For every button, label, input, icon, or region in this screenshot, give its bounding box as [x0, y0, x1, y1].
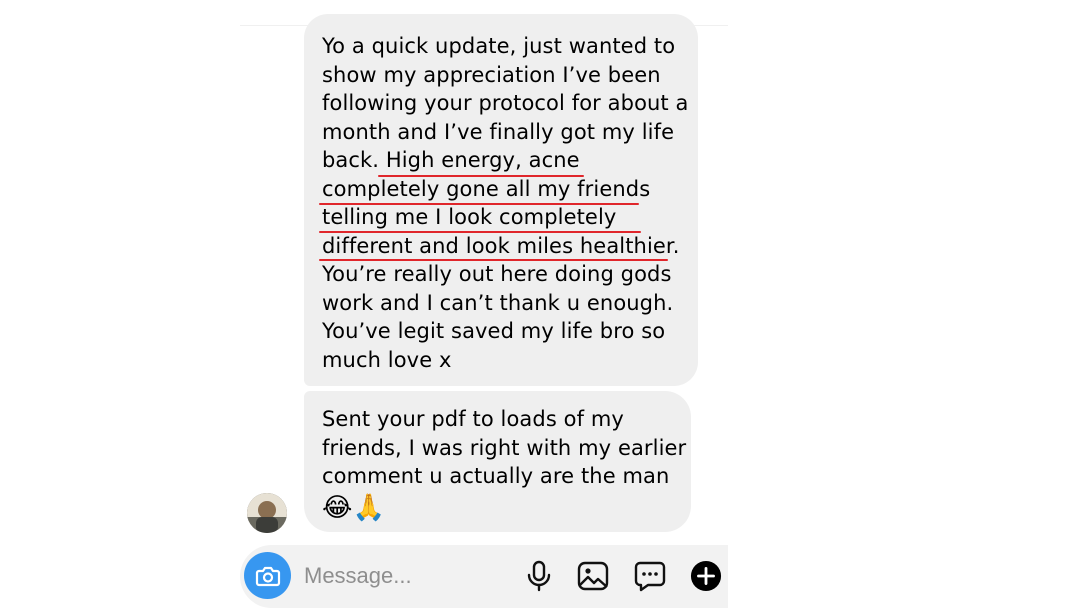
camera-icon: [255, 566, 280, 586]
message-line: friends, I was right with my earlier: [322, 435, 687, 460]
camera-button[interactable]: [244, 552, 291, 599]
message-line: work and I can’t thank u enough.: [322, 290, 674, 315]
message-line: completely gone all my friends: [322, 176, 651, 201]
message-line: You’re really out here doing gods: [322, 262, 672, 286]
plus-circle-icon: [690, 560, 722, 592]
message-line: different and look miles healthier.: [322, 233, 680, 258]
message-bubble[interactable]: Yo a quick update, just wanted to show m…: [304, 14, 698, 386]
add-button[interactable]: [690, 560, 722, 592]
sender-avatar[interactable]: [247, 493, 287, 533]
microphone-icon: [527, 560, 551, 592]
message-line: back. High energy, acne: [322, 148, 580, 172]
highlight-underline: [319, 203, 639, 205]
highlight-underline: [319, 231, 641, 233]
message-line: Yo a quick update, just wanted to: [322, 34, 676, 58]
message-emoji: 😂🙏: [322, 492, 385, 523]
message-input[interactable]: [304, 560, 504, 592]
voice-button[interactable]: [523, 560, 555, 592]
message-line: comment u actually are the man: [322, 464, 670, 488]
message-line: following your protocol for about a: [322, 91, 689, 115]
image-icon: [577, 561, 609, 591]
highlight-underline: [378, 175, 584, 177]
message-line: much love x: [322, 347, 452, 372]
message-line: show my appreciation I’ve been: [322, 62, 661, 87]
avatar-image: [247, 493, 287, 533]
message-line: telling me I look completely: [322, 205, 617, 229]
sticker-button[interactable]: [634, 560, 666, 592]
message-line: You’ve legit saved my life bro so: [322, 319, 666, 343]
message-line: Sent your pdf to loads of my: [322, 407, 624, 431]
message-bubble[interactable]: Sent your pdf to loads of my friends, I …: [304, 391, 691, 532]
chat-bubble-icon: [634, 561, 666, 592]
highlight-underline: [319, 259, 668, 261]
gallery-button[interactable]: [577, 560, 609, 592]
message-line: month and I’ve finally got my life: [322, 119, 675, 144]
